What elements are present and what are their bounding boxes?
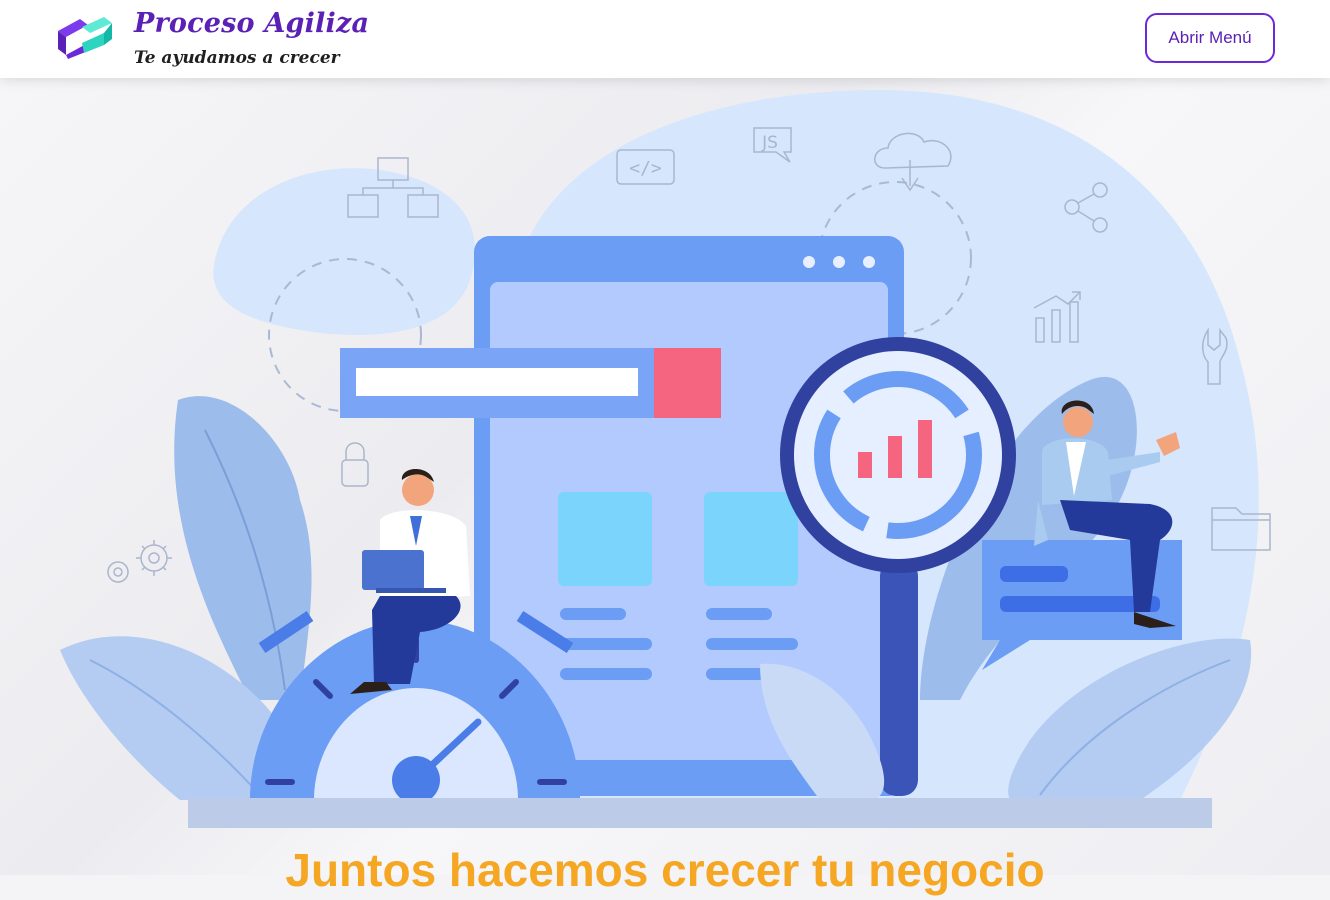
logo-icon[interactable] <box>54 17 116 59</box>
magnifier-handle <box>880 560 918 796</box>
brand-tagline: Te ayudamos a crecer <box>134 48 340 68</box>
ground-platform <box>188 798 1212 828</box>
background-blob-left <box>213 168 476 335</box>
js-icon-label: JS <box>761 133 778 153</box>
code-icon-label: </> <box>629 158 662 179</box>
hero-heading: Juntos hacemos crecer tu negocio <box>285 844 1045 896</box>
open-menu-button[interactable]: Abrir Menú <box>1145 13 1275 63</box>
gears-icon <box>107 540 172 583</box>
hero-illustration: </> JS <box>60 90 1271 828</box>
search-button <box>654 348 721 418</box>
site-header: Proceso Agiliza Te ayudamos a crecer Abr… <box>0 0 1330 78</box>
brand-title[interactable]: Proceso Agiliza <box>134 8 369 39</box>
lock-icon <box>341 442 369 487</box>
